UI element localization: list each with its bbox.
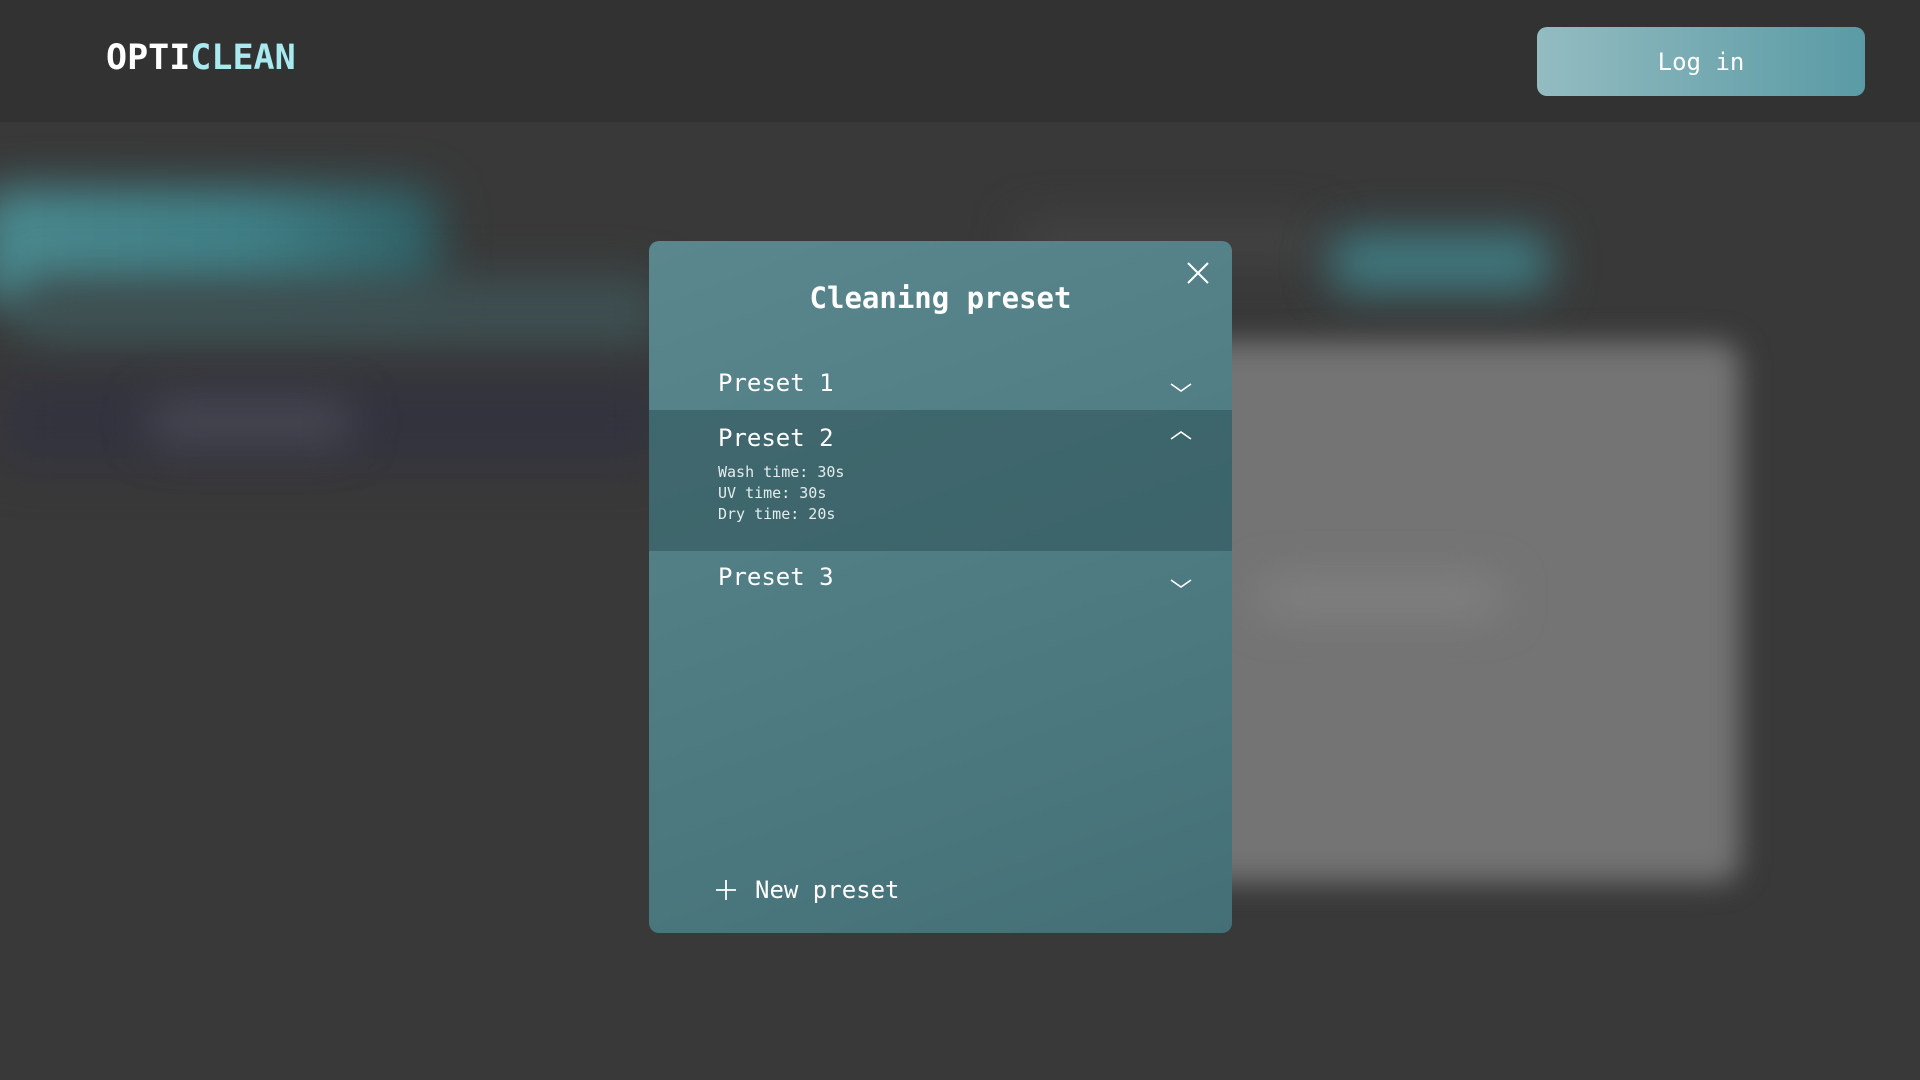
plus-icon [716, 880, 736, 900]
chevron-up-icon[interactable] [1170, 428, 1192, 442]
top-header: OPTICLEAN Log in [0, 0, 1920, 122]
preset-name: Preset 1 [718, 369, 834, 397]
preset-item-3[interactable]: Preset 3 [649, 563, 1232, 615]
blurred-subtitle [20, 277, 660, 347]
uv-time: UV time: 30s [718, 484, 827, 502]
logo: OPTICLEAN [106, 38, 296, 78]
modal-title: Cleaning preset [809, 281, 1072, 315]
blurred-grey-panel [1180, 342, 1740, 882]
blurred-right-pill [1330, 232, 1550, 292]
preset-details: Wash time: 30s UV time: 30s Dry time: 20… [718, 462, 844, 525]
close-icon[interactable] [1186, 261, 1210, 285]
login-button[interactable]: Log in [1537, 27, 1865, 96]
logo-text-accent: CLEAN [190, 38, 296, 78]
preset-name: Preset 3 [718, 563, 834, 591]
blurred-grey-line [1260, 582, 1500, 612]
new-preset-button[interactable]: New preset [715, 873, 975, 907]
blurred-pill [150, 402, 350, 442]
preset-item-2[interactable]: Preset 2 Wash time: 30s UV time: 30s Dry… [649, 410, 1232, 551]
wash-time: Wash time: 30s [718, 463, 845, 481]
chevron-down-icon[interactable] [1170, 577, 1192, 591]
logo-text-primary: OPTI [106, 38, 191, 78]
new-preset-label: New preset [755, 876, 900, 904]
chevron-down-icon[interactable] [1170, 381, 1192, 395]
cleaning-preset-modal: Cleaning preset Preset 1 Preset 2 Wash t… [649, 241, 1232, 933]
preset-name: Preset 2 [718, 424, 834, 452]
close-modal-button[interactable] [1181, 256, 1215, 290]
dry-time: Dry time: 20s [718, 505, 836, 523]
app-page: OPTICLEAN Log in Cleaning preset Preset … [0, 0, 1920, 1080]
